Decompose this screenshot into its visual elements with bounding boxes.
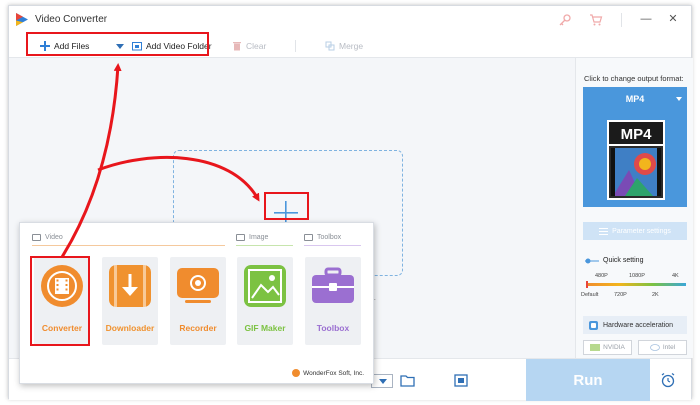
- annotation-arrows: [60, 63, 260, 258]
- arrow-to-add-files: [60, 63, 122, 258]
- arrow-to-plus: [97, 156, 260, 202]
